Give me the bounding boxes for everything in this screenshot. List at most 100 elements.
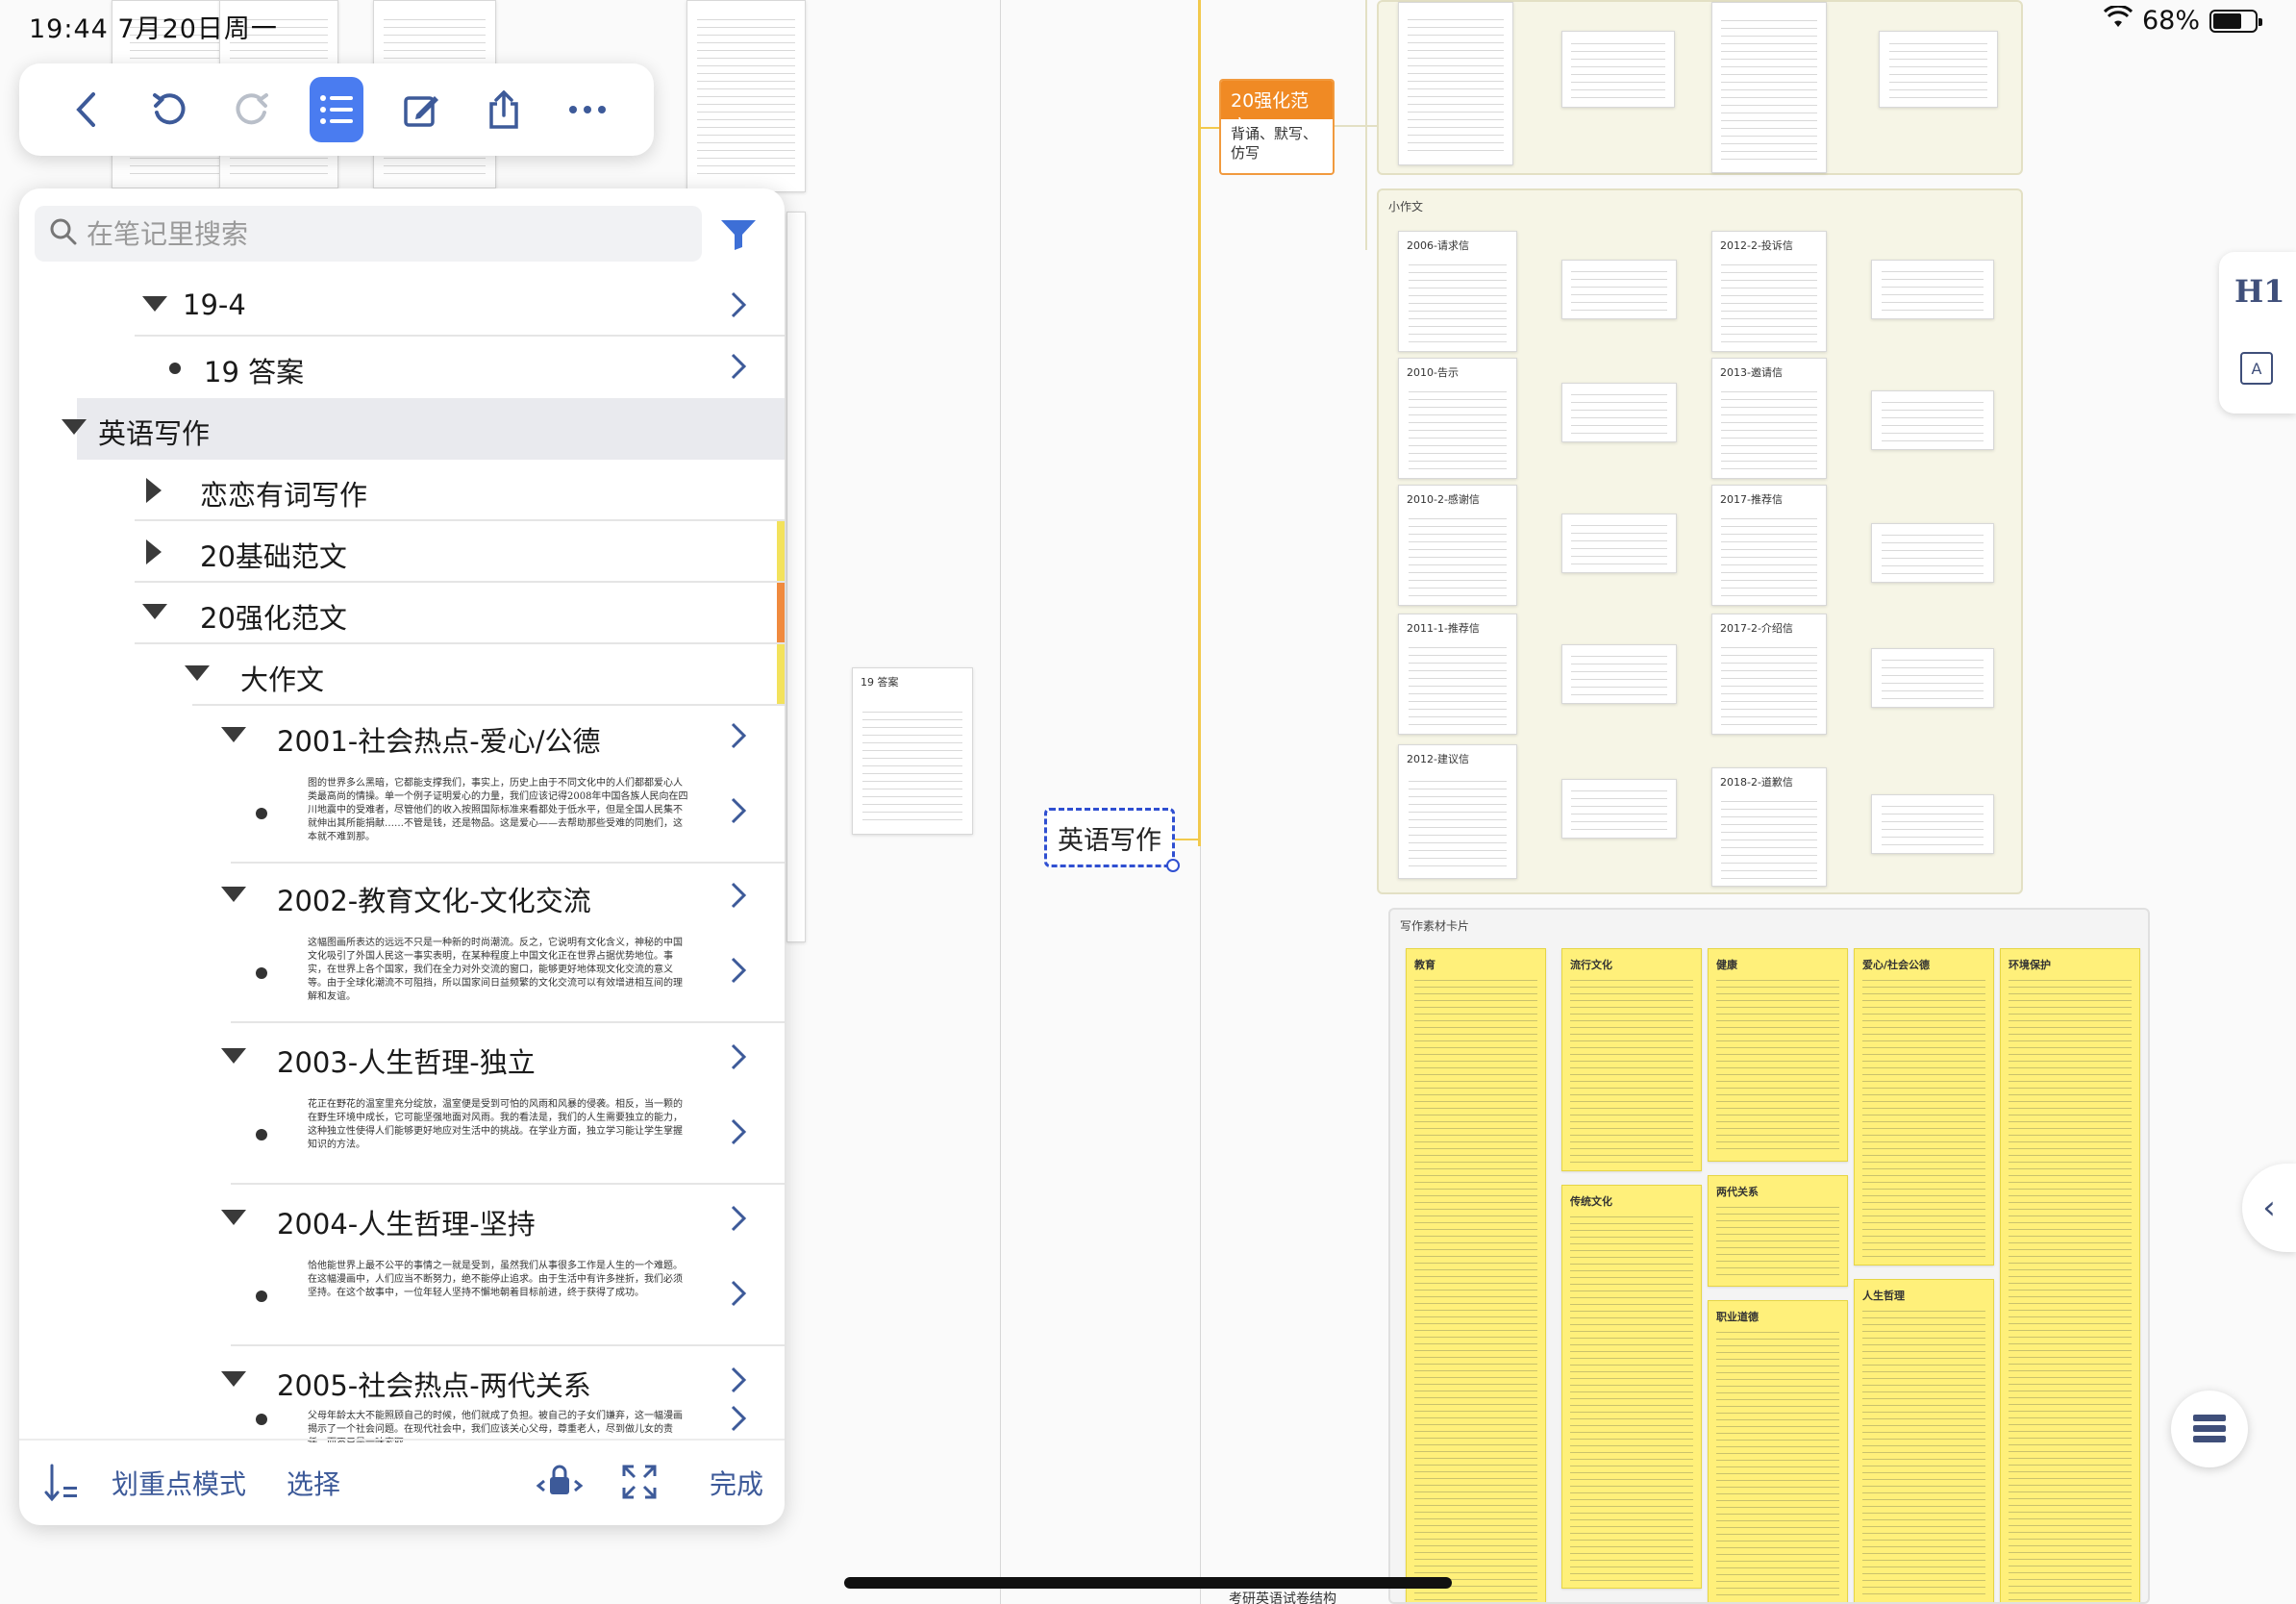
collapse-triangle-icon[interactable] bbox=[142, 296, 167, 312]
material-card[interactable]: 职业道德 bbox=[1708, 1300, 1848, 1602]
chevron-right-icon[interactable] bbox=[723, 290, 752, 319]
essay-page-thumbnail[interactable] bbox=[1561, 779, 1677, 839]
collapse-triangle-icon[interactable] bbox=[142, 604, 167, 619]
lock-icon[interactable] bbox=[535, 1464, 585, 1505]
outline-icon[interactable] bbox=[2171, 1391, 2248, 1467]
search-box[interactable] bbox=[35, 206, 702, 262]
material-card[interactable]: 爱心/社会公德 bbox=[1854, 948, 1994, 1266]
outline-preview-row[interactable]: 花正在野花的温室里充分绽放，温室便是受到可怕的风雨和风暴的侵袭。相反，当一颗的在… bbox=[19, 1089, 785, 1185]
collapse-triangle-icon[interactable] bbox=[62, 419, 87, 435]
essay-page-thumbnail[interactable]: 2012-2-投诉信 bbox=[1711, 231, 1827, 352]
essay-page-thumbnail[interactable] bbox=[1561, 644, 1677, 704]
pencil-icon[interactable] bbox=[380, 77, 462, 142]
chevron-right-icon[interactable] bbox=[723, 721, 752, 750]
outline-preview-row[interactable]: 这幅图画所表达的远远不只是一种新的时尚潮流。反之，它说明有文化含义，神秘的中国文… bbox=[19, 927, 785, 1023]
material-card[interactable]: 两代关系 bbox=[1708, 1175, 1848, 1287]
share-icon[interactable] bbox=[462, 77, 545, 142]
filter-icon[interactable] bbox=[717, 213, 760, 256]
material-card[interactable]: 教育 bbox=[1406, 948, 1546, 1602]
chevron-right-icon[interactable] bbox=[723, 1279, 752, 1308]
chevron-right-icon[interactable] bbox=[723, 1404, 752, 1433]
outline-preview-row[interactable]: 恰他能世界上最不公平的事情之一就是受到，虽然我们从事很多工作是人生的一个难题。在… bbox=[19, 1250, 785, 1346]
material-card[interactable]: 人生哲理 bbox=[1854, 1279, 1994, 1602]
exam-structure-node[interactable]: 考研英语试卷结构 bbox=[1229, 1589, 1336, 1604]
outline-preview-row[interactable]: 父母年龄太大不能照顾自己的时候，他们就成了负担。被自己的子女们嫌弃，这一幅漫画揭… bbox=[19, 1400, 785, 1442]
ellipsis-icon[interactable] bbox=[546, 77, 629, 142]
outline-row-selected[interactable]: 英语写作 bbox=[62, 398, 785, 460]
essay-page-thumbnail[interactable]: 2013-邀请信 bbox=[1711, 358, 1827, 479]
outline-row[interactable]: 2004-人生哲理-坚持 bbox=[19, 1189, 785, 1250]
essay-page-thumbnail[interactable]: 2012-建议信 bbox=[1398, 744, 1517, 879]
chevron-right-icon[interactable] bbox=[723, 1366, 752, 1394]
outline-row[interactable]: 20基础范文 bbox=[19, 521, 785, 583]
chevron-right-icon[interactable] bbox=[723, 1042, 752, 1071]
document-page-thumbnail[interactable] bbox=[1561, 31, 1675, 108]
small-essay-group[interactable]: 小作文 2006-请求信 2012-2-投诉信 2010-告示 2013-邀请信… bbox=[1377, 188, 2023, 894]
redo-icon[interactable] bbox=[211, 77, 293, 142]
essay-page-thumbnail[interactable] bbox=[1871, 648, 1994, 708]
essay-page-thumbnail[interactable] bbox=[1561, 383, 1677, 442]
chevron-right-icon[interactable] bbox=[723, 1117, 752, 1146]
essay-page-thumbnail[interactable]: 2006-请求信 bbox=[1398, 231, 1517, 352]
list-icon[interactable] bbox=[310, 77, 363, 142]
outline-row[interactable]: 恋恋有词写作 bbox=[19, 460, 785, 521]
essay-page-thumbnail[interactable] bbox=[1871, 794, 1994, 854]
collapse-triangle-icon[interactable] bbox=[221, 887, 246, 902]
material-card[interactable]: 传统文化 bbox=[1561, 1185, 1702, 1589]
big-essay-group[interactable] bbox=[1377, 0, 2023, 175]
root-node[interactable]: 英语写作 bbox=[1044, 808, 1180, 872]
search-input[interactable] bbox=[87, 217, 663, 250]
sort-icon[interactable] bbox=[44, 1464, 79, 1509]
collapse-triangle-icon[interactable] bbox=[185, 665, 210, 681]
collapse-triangle-icon[interactable] bbox=[221, 1371, 246, 1387]
outline-row[interactable]: 19 答案 bbox=[19, 337, 785, 398]
collapse-triangle-icon[interactable] bbox=[221, 727, 246, 742]
home-indicator[interactable] bbox=[844, 1577, 1452, 1589]
material-card[interactable]: 健康 bbox=[1708, 948, 1848, 1162]
outline-row[interactable]: 19-4 bbox=[19, 275, 785, 337]
essay-page-thumbnail[interactable]: 2017-推荐信 bbox=[1711, 485, 1827, 606]
undo-icon[interactable] bbox=[127, 77, 210, 142]
outline-preview-row[interactable]: 图的世界多么黑暗，它都能支撑我们，事实上，历史上由于不同文化中的人们都都爱心人类… bbox=[19, 767, 785, 864]
document-page-thumbnail[interactable] bbox=[1879, 31, 1998, 108]
chevron-right-icon[interactable] bbox=[723, 796, 752, 825]
select-button[interactable]: 选择 bbox=[287, 1464, 340, 1502]
document-page-thumbnail[interactable] bbox=[1711, 2, 1827, 173]
material-card[interactable]: 流行文化 bbox=[1561, 948, 1702, 1171]
topic-node-20-enhanced[interactable]: 20强化范文 背诵、默写、仿写 bbox=[1219, 79, 1335, 175]
expand-triangle-icon[interactable] bbox=[146, 539, 162, 564]
essay-page-thumbnail[interactable]: 2011-1-推荐信 bbox=[1398, 614, 1517, 735]
collapse-triangle-icon[interactable] bbox=[221, 1048, 246, 1064]
essay-page-thumbnail[interactable]: 2018-2-道歉信 bbox=[1711, 767, 1827, 887]
chevron-left-icon[interactable] bbox=[44, 77, 127, 142]
essay-page-thumbnail[interactable]: 2010-告示 bbox=[1398, 358, 1517, 479]
essay-page-thumbnail[interactable]: 2010-2-感谢信 bbox=[1398, 485, 1517, 606]
expand-triangle-icon[interactable] bbox=[146, 478, 162, 503]
answer-node-thumbnail[interactable]: 19 答案 bbox=[852, 667, 973, 835]
outline-row[interactable]: 大作文 bbox=[19, 644, 785, 706]
connection-handle[interactable] bbox=[1166, 859, 1180, 872]
essay-page-thumbnail[interactable] bbox=[1871, 260, 1994, 319]
chevron-right-icon[interactable] bbox=[723, 1204, 752, 1233]
done-button[interactable]: 完成 bbox=[710, 1464, 763, 1502]
chevron-right-icon[interactable] bbox=[723, 881, 752, 910]
essay-page-thumbnail[interactable] bbox=[1561, 514, 1677, 573]
document-page-thumbnail[interactable] bbox=[786, 212, 806, 942]
document-page-thumbnail[interactable] bbox=[1398, 2, 1513, 165]
document-page-thumbnail[interactable] bbox=[686, 0, 806, 192]
expand-icon[interactable] bbox=[621, 1464, 658, 1507]
essay-page-thumbnail[interactable] bbox=[1871, 523, 1994, 583]
outline-row[interactable]: 2003-人生哲理-独立 bbox=[19, 1027, 785, 1089]
outline-row[interactable]: 2002-教育文化-文化交流 bbox=[19, 865, 785, 927]
chevron-right-icon[interactable] bbox=[723, 956, 752, 985]
highlight-mode-button[interactable]: 划重点模式 bbox=[112, 1464, 246, 1502]
outline-row[interactable]: 2001-社会热点-爱心/公德 bbox=[19, 706, 785, 767]
translate-icon[interactable]: A bbox=[2240, 352, 2273, 385]
writing-cards-group[interactable]: 写作素材卡片 教育 流行文化 传统文化 健康 两代关系 职业道德 爱心/社会公德… bbox=[1388, 908, 2150, 1604]
essay-page-thumbnail[interactable] bbox=[1871, 390, 1994, 450]
essay-page-thumbnail[interactable] bbox=[1561, 260, 1677, 319]
heading-button[interactable]: H1 bbox=[2234, 273, 2285, 310]
collapse-triangle-icon[interactable] bbox=[221, 1210, 246, 1225]
essay-page-thumbnail[interactable]: 2017-2-介绍信 bbox=[1711, 614, 1827, 735]
material-card[interactable]: 环境保护 bbox=[2000, 948, 2140, 1602]
